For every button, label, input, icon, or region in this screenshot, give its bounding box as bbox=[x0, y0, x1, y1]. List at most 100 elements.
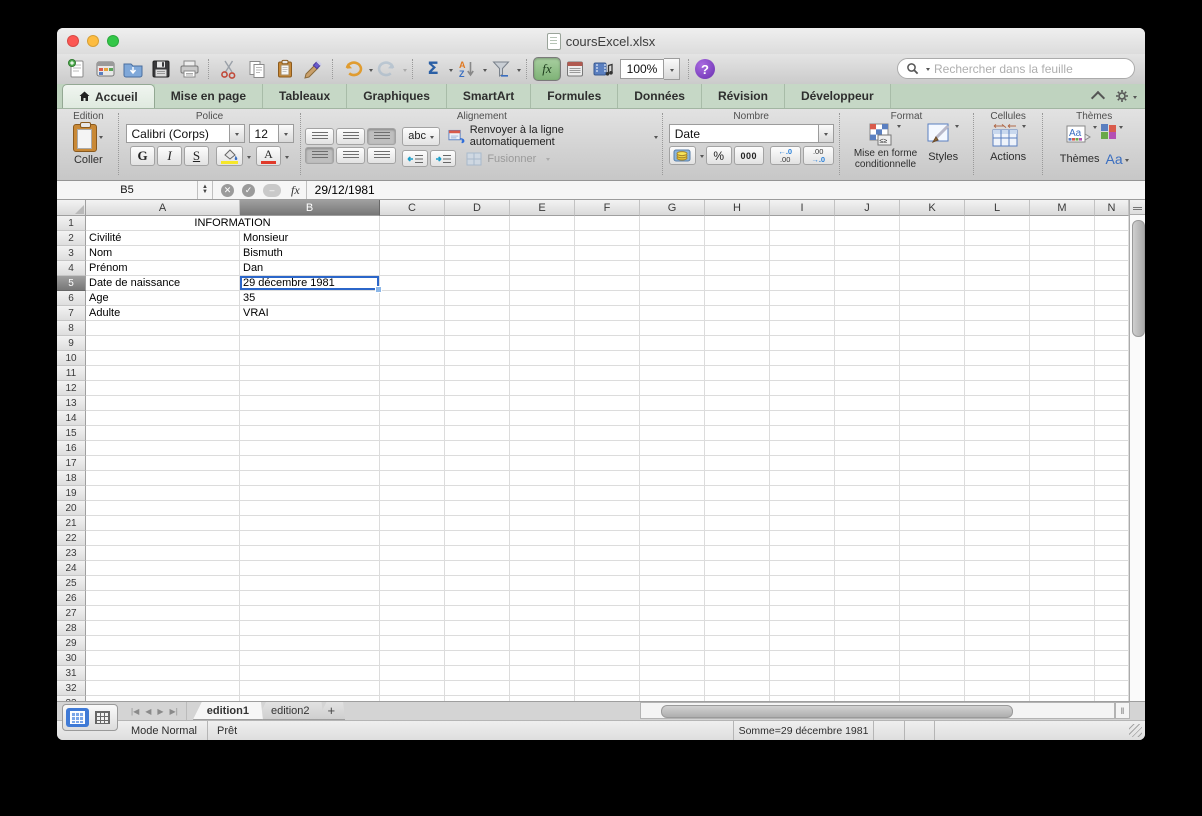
italic-button[interactable]: I bbox=[157, 146, 183, 166]
cell[interactable] bbox=[835, 576, 900, 591]
row-header-16[interactable]: 16 bbox=[57, 441, 86, 456]
cell-A3[interactable]: Nom bbox=[86, 246, 240, 261]
cell[interactable] bbox=[1030, 486, 1095, 501]
cell[interactable] bbox=[575, 576, 640, 591]
theme-fonts-button[interactable]: Aa bbox=[1106, 151, 1129, 167]
cell[interactable] bbox=[575, 561, 640, 576]
zoom-dropdown-button[interactable] bbox=[664, 58, 680, 80]
cell[interactable] bbox=[380, 426, 445, 441]
cell[interactable] bbox=[835, 411, 900, 426]
cell[interactable] bbox=[445, 531, 510, 546]
cut-button[interactable] bbox=[217, 57, 241, 81]
cell[interactable] bbox=[640, 291, 705, 306]
cell[interactable] bbox=[575, 351, 640, 366]
cell[interactable] bbox=[445, 231, 510, 246]
cell[interactable] bbox=[1095, 411, 1129, 426]
cell[interactable] bbox=[575, 591, 640, 606]
row-header-18[interactable]: 18 bbox=[57, 471, 86, 486]
cell[interactable] bbox=[835, 516, 900, 531]
cell[interactable] bbox=[510, 456, 575, 471]
wrap-text-dropdown-arrow[interactable] bbox=[654, 135, 659, 141]
print-button[interactable] bbox=[177, 57, 201, 81]
ribbon-tab-developpeur[interactable]: Développeur bbox=[784, 84, 891, 108]
col-header-H[interactable]: H bbox=[705, 200, 770, 216]
cell[interactable] bbox=[240, 666, 380, 681]
cell[interactable] bbox=[965, 366, 1030, 381]
cell[interactable] bbox=[900, 246, 965, 261]
col-header-N[interactable]: N bbox=[1095, 200, 1129, 216]
col-header-F[interactable]: F bbox=[575, 200, 640, 216]
cell[interactable] bbox=[575, 276, 640, 291]
cell[interactable] bbox=[445, 351, 510, 366]
cell[interactable] bbox=[86, 516, 240, 531]
row-header-20[interactable]: 20 bbox=[57, 501, 86, 516]
merge-dropdown-arrow[interactable] bbox=[546, 158, 551, 163]
cell[interactable] bbox=[1030, 396, 1095, 411]
font-name-dropdown-button[interactable] bbox=[228, 124, 245, 143]
cell[interactable] bbox=[900, 591, 965, 606]
cell[interactable] bbox=[900, 291, 965, 306]
cell[interactable] bbox=[1030, 381, 1095, 396]
cell[interactable] bbox=[380, 411, 445, 426]
cell[interactable] bbox=[575, 621, 640, 636]
font-size-dropdown-button[interactable] bbox=[277, 124, 294, 143]
cell[interactable] bbox=[640, 231, 705, 246]
cell[interactable] bbox=[835, 651, 900, 666]
ribbon-tab-mise-en-page[interactable]: Mise en page bbox=[154, 84, 264, 108]
increase-indent-button[interactable] bbox=[430, 150, 457, 167]
cell[interactable] bbox=[445, 471, 510, 486]
cell[interactable] bbox=[705, 456, 770, 471]
select-all-corner[interactable] bbox=[57, 200, 86, 216]
font-color-dropdown-arrow[interactable] bbox=[285, 155, 290, 161]
cell[interactable] bbox=[86, 396, 240, 411]
col-header-L[interactable]: L bbox=[965, 200, 1030, 216]
cell[interactable] bbox=[900, 621, 965, 636]
sort-button[interactable]: AZ bbox=[455, 57, 479, 81]
cell[interactable] bbox=[240, 651, 380, 666]
cell[interactable] bbox=[575, 291, 640, 306]
cell[interactable] bbox=[965, 246, 1030, 261]
cell[interactable] bbox=[510, 381, 575, 396]
cell[interactable] bbox=[705, 306, 770, 321]
cell[interactable] bbox=[900, 531, 965, 546]
cell[interactable] bbox=[380, 456, 445, 471]
fill-color-button[interactable] bbox=[216, 146, 244, 166]
cell[interactable] bbox=[1095, 471, 1129, 486]
cell[interactable] bbox=[705, 516, 770, 531]
cell[interactable] bbox=[640, 561, 705, 576]
col-header-E[interactable]: E bbox=[510, 200, 575, 216]
cell[interactable] bbox=[575, 456, 640, 471]
row-header-13[interactable]: 13 bbox=[57, 396, 86, 411]
col-header-K[interactable]: K bbox=[900, 200, 965, 216]
cell-B4[interactable]: Dan bbox=[240, 261, 380, 276]
cell[interactable] bbox=[380, 606, 445, 621]
cell[interactable] bbox=[1030, 411, 1095, 426]
cell[interactable] bbox=[380, 366, 445, 381]
cell[interactable] bbox=[640, 351, 705, 366]
align-top-button[interactable] bbox=[305, 127, 335, 145]
cell[interactable] bbox=[575, 666, 640, 681]
selected-cell-B5[interactable]: 29 décembre 1981 bbox=[240, 276, 382, 293]
page-layout-view-button[interactable] bbox=[91, 708, 114, 727]
orientation-button[interactable]: abc bbox=[402, 126, 440, 146]
cell[interactable] bbox=[575, 396, 640, 411]
cell[interactable] bbox=[575, 651, 640, 666]
cell[interactable] bbox=[1095, 291, 1129, 306]
new-document-button[interactable] bbox=[65, 57, 89, 81]
cell[interactable] bbox=[575, 336, 640, 351]
cell[interactable] bbox=[86, 336, 240, 351]
cell[interactable] bbox=[705, 366, 770, 381]
cell[interactable] bbox=[86, 621, 240, 636]
cell[interactable] bbox=[900, 426, 965, 441]
row-header-17[interactable]: 17 bbox=[57, 456, 86, 471]
horizontal-scroll-thumb[interactable] bbox=[661, 705, 1013, 718]
cell[interactable] bbox=[965, 396, 1030, 411]
cell[interactable] bbox=[1030, 501, 1095, 516]
cell[interactable] bbox=[965, 306, 1030, 321]
filter-button[interactable] bbox=[489, 57, 513, 81]
cell[interactable] bbox=[705, 291, 770, 306]
cell[interactable] bbox=[965, 456, 1030, 471]
cell[interactable] bbox=[965, 216, 1030, 231]
cell-A4[interactable]: Prénom bbox=[86, 261, 240, 276]
cell[interactable] bbox=[1030, 426, 1095, 441]
